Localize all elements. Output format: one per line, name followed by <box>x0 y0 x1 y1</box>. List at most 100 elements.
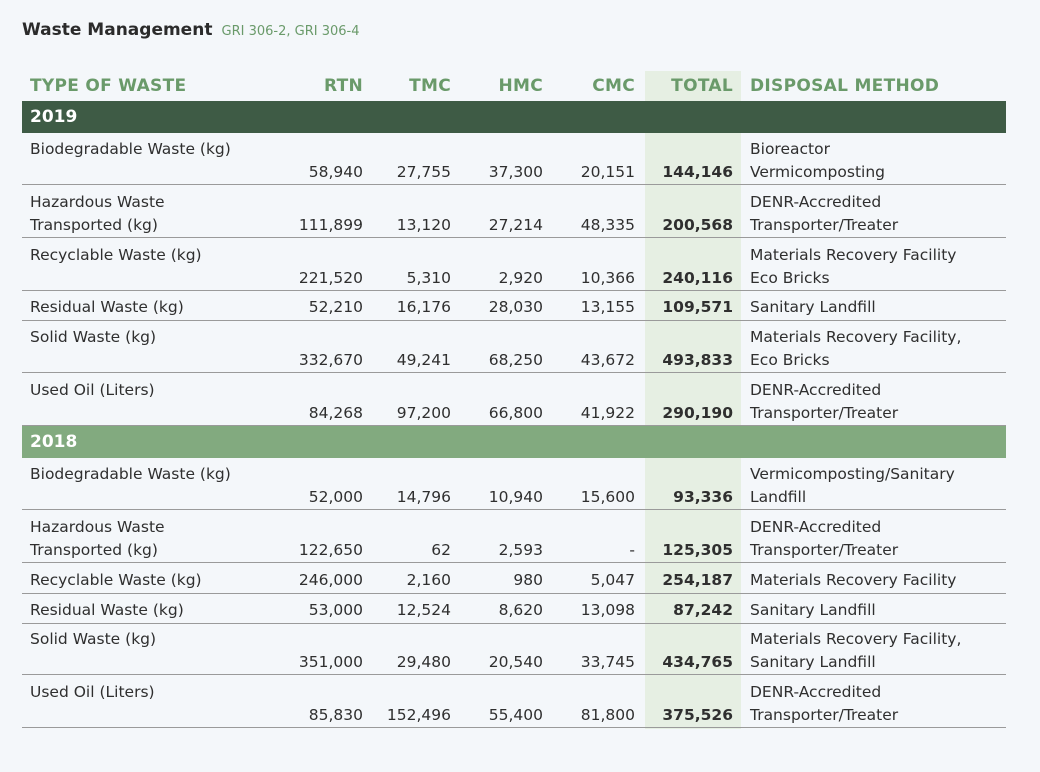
disposal-method-line2: Vermicomposting <box>750 163 885 181</box>
waste-type-label: Recyclable Waste (kg) <box>30 571 202 589</box>
cell-cmc: 13,155 <box>580 298 635 316</box>
cell-hmc: 37,300 <box>488 163 543 181</box>
table-row: Recyclable Waste (kg) 221,520 5,310 2,920 10… <box>22 242 1006 291</box>
cell-hmc: 55,400 <box>488 706 543 724</box>
cell-rtn: 85,830 <box>308 706 363 724</box>
table-row: Solid Waste (kg) 351,000 29,480 20,540 33,74… <box>22 626 1006 675</box>
disposal-method: Bioreactor <box>750 140 830 158</box>
table-row: Hazardous Waste Transported (kg) 111,899 13… <box>22 189 1006 238</box>
cell-tmc: 2,160 <box>406 571 451 589</box>
cell-tmc: 13,120 <box>396 216 451 234</box>
disposal-method: Sanitary Landfill <box>750 298 876 316</box>
disposal-method-line2: Transporter/Treater <box>750 216 899 234</box>
table-header: TYPE OF WASTE RTN TMC HMC CMC TOTAL DISP… <box>22 76 1006 100</box>
cell-hmc: 28,030 <box>488 298 543 316</box>
disposal-method: Vermicomposting/Sanitary <box>750 465 955 483</box>
cell-total: 290,190 <box>662 404 733 422</box>
cell-total: 493,833 <box>662 351 733 369</box>
cell-total: 93,336 <box>673 488 733 506</box>
page-title: Waste Management <box>22 20 213 40</box>
year-header-2018: 2018 <box>22 426 1006 458</box>
cell-rtn: 332,670 <box>298 351 363 369</box>
disposal-method: DENR-Accredited <box>750 381 882 399</box>
table-row: Biodegradable Waste (kg) 58,940 27,755 37,3… <box>22 136 1006 185</box>
year-header-2019: 2019 <box>22 101 1006 133</box>
table-row: Biodegradable Waste (kg) 52,000 14,796 10,9… <box>22 461 1006 510</box>
cell-cmc: 20,151 <box>580 163 635 181</box>
cell-total: 200,568 <box>662 216 733 234</box>
disposal-method: Materials Recovery Facility, <box>750 328 962 346</box>
cell-rtn: 246,000 <box>298 571 363 589</box>
cell-tmc: 27,755 <box>396 163 451 181</box>
cell-rtn: 53,000 <box>308 601 363 619</box>
cell-tmc: 49,241 <box>396 351 451 369</box>
cell-total: 254,187 <box>662 571 733 589</box>
cell-total: 87,242 <box>673 601 733 619</box>
cell-tmc: 152,496 <box>386 706 451 724</box>
disposal-method-line2: Eco Bricks <box>750 269 830 287</box>
cell-cmc: 41,922 <box>580 404 635 422</box>
table-row: Solid Waste (kg) 332,670 49,241 68,250 43,67… <box>22 324 1006 373</box>
waste-type-label: Residual Waste (kg) <box>30 601 184 619</box>
disposal-method-line2: Sanitary Landfill <box>750 653 876 671</box>
cell-cmc: 15,600 <box>580 488 635 506</box>
waste-type-label: Solid Waste (kg) <box>30 630 157 648</box>
waste-type-label: Biodegradable Waste (kg) <box>30 465 231 483</box>
cell-hmc: 66,800 <box>488 404 543 422</box>
waste-type-label: Hazardous Waste <box>30 193 165 211</box>
cell-total: 434,765 <box>662 653 733 671</box>
header-rtn: RTN <box>323 76 363 96</box>
cell-rtn: 122,650 <box>298 541 363 559</box>
table-row: Hazardous Waste Transported (kg) 122,650 62… <box>22 514 1006 563</box>
cell-tmc: 62 <box>431 541 451 559</box>
header-tmc: TMC <box>409 76 451 96</box>
header-type: TYPE OF WASTE <box>30 76 187 96</box>
waste-type-label: Used Oil (Liters) <box>30 381 155 399</box>
page-subtitle: GRI 306-2, GRI 306-4 <box>221 24 360 39</box>
cell-tmc: 29,480 <box>396 653 451 671</box>
cell-cmc: 33,745 <box>580 653 635 671</box>
cell-total: 125,305 <box>662 541 733 559</box>
disposal-method-line2: Transporter/Treater <box>750 541 899 559</box>
waste-type-label: Solid Waste (kg) <box>30 328 157 346</box>
waste-type-label: Residual Waste (kg) <box>30 298 184 316</box>
table-row: Used Oil (Liters) 84,268 97,200 66,800 41,92… <box>22 377 1006 426</box>
table-row: Residual Waste (kg) 53,000 12,524 8,620 13,0… <box>22 597 1006 624</box>
waste-type-label: Used Oil (Liters) <box>30 683 155 701</box>
waste-type-label-line2: Transported (kg) <box>30 541 158 559</box>
cell-tmc: 97,200 <box>396 404 451 422</box>
cell-hmc: 10,940 <box>488 488 543 506</box>
cell-cmc: 5,047 <box>590 571 635 589</box>
disposal-method: DENR-Accredited <box>750 193 882 211</box>
cell-tmc: 14,796 <box>396 488 451 506</box>
waste-type-label: Hazardous Waste <box>30 518 165 536</box>
cell-cmc: 81,800 <box>580 706 635 724</box>
header-hmc: HMC <box>498 76 543 96</box>
disposal-method: DENR-Accredited <box>750 683 882 701</box>
disposal-method-line2: Transporter/Treater <box>750 706 899 724</box>
cell-cmc: - <box>629 541 635 559</box>
cell-hmc: 27,214 <box>488 216 543 234</box>
disposal-method-line2: Transporter/Treater <box>750 404 899 422</box>
cell-hmc: 68,250 <box>488 351 543 369</box>
cell-total: 109,571 <box>662 298 733 316</box>
cell-hmc: 8,620 <box>498 601 543 619</box>
disposal-method: Sanitary Landfill <box>750 601 876 619</box>
disposal-method: DENR-Accredited <box>750 518 882 536</box>
disposal-method-line2: Landfill <box>750 488 807 506</box>
table-row: Residual Waste (kg) 52,210 16,176 28,030 13,… <box>22 294 1006 321</box>
table-row: Used Oil (Liters) 85,830 152,496 55,400 81,8… <box>22 679 1006 728</box>
cell-cmc: 48,335 <box>580 216 635 234</box>
page-title-row: Waste Management GRI 306-2, GRI 306-4 <box>22 20 360 40</box>
cell-rtn: 84,268 <box>308 404 363 422</box>
cell-tmc: 12,524 <box>396 601 451 619</box>
cell-total: 375,526 <box>662 706 733 724</box>
disposal-method: Materials Recovery Facility <box>750 246 957 264</box>
cell-rtn: 111,899 <box>298 216 363 234</box>
waste-type-label-line2: Transported (kg) <box>30 216 158 234</box>
header-disposal: DISPOSAL METHOD <box>750 76 940 96</box>
cell-rtn: 52,210 <box>308 298 363 316</box>
cell-total: 144,146 <box>662 163 733 181</box>
disposal-method: Materials Recovery Facility <box>750 571 957 589</box>
cell-hmc: 980 <box>513 571 543 589</box>
